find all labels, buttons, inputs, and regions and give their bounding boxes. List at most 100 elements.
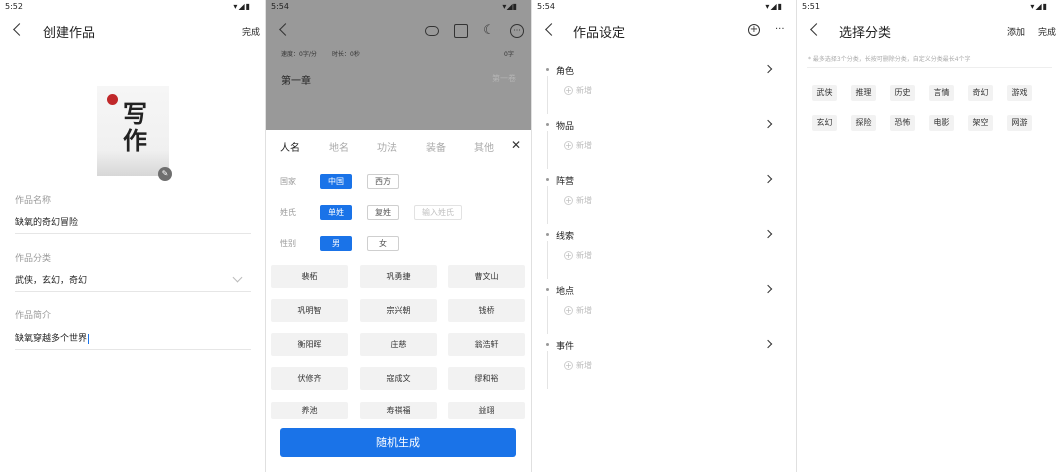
add-item-button[interactable]: + 新增 [564, 250, 592, 261]
bullet-dot [546, 343, 549, 346]
status-bar: 5:54 ▾◢▮ [532, 0, 797, 14]
name-item[interactable]: 益翊 [448, 402, 525, 419]
name-item[interactable]: 宗兴朝 [360, 299, 437, 322]
surname-input[interactable]: 输入姓氏 [414, 205, 462, 220]
single-surname-chip[interactable]: 单姓 [320, 205, 352, 220]
country-western-chip[interactable]: 西方 [367, 174, 399, 189]
chevron-right-icon[interactable] [763, 339, 773, 349]
plus-icon: + [564, 196, 573, 205]
category-chip[interactable]: 网游 [1007, 115, 1032, 131]
cloud-icon[interactable] [425, 26, 439, 36]
add-item-button[interactable]: + 新增 [564, 140, 592, 151]
category-chip[interactable]: 架空 [968, 115, 993, 131]
tab-place-name[interactable]: 地名 [329, 139, 349, 154]
section-title[interactable]: 角色 [556, 64, 574, 77]
section-title[interactable]: 物品 [556, 119, 574, 132]
category-chip[interactable]: 玄幻 [812, 115, 837, 131]
surname-label: 姓氏 [280, 208, 296, 217]
status-time: 5:54 [271, 2, 289, 11]
gender-female-chip[interactable]: 女 [367, 236, 399, 251]
category-chip[interactable]: 恐怖 [890, 115, 915, 131]
add-item-button[interactable]: + 新增 [564, 195, 592, 206]
top-bar: 创建作品 完成 [0, 14, 265, 48]
chevron-right-icon[interactable] [763, 174, 773, 184]
tab-person-name[interactable]: 人名 [280, 139, 300, 154]
back-arrow-icon[interactable] [276, 22, 292, 38]
chevron-down-icon[interactable] [232, 272, 243, 283]
name-item[interactable]: 寿祺福 [360, 402, 437, 419]
section-title[interactable]: 线索 [556, 229, 574, 242]
category-chip[interactable]: 探险 [851, 115, 876, 131]
field-label-intro: 作品简介 [15, 311, 52, 321]
timeline-line [547, 296, 548, 334]
section-title[interactable]: 地点 [556, 284, 574, 297]
name-item[interactable]: 翁浩轩 [448, 333, 525, 356]
section-title[interactable]: 事件 [556, 339, 574, 352]
category-chip[interactable]: 武侠 [812, 85, 837, 101]
country-china-chip[interactable]: 中国 [320, 174, 352, 189]
name-item[interactable]: 缪和裕 [448, 367, 525, 390]
name-item[interactable]: 裴柘 [271, 265, 348, 288]
back-arrow-icon[interactable] [807, 22, 823, 38]
category-chip[interactable]: 电影 [929, 115, 954, 131]
category-chip[interactable]: 历史 [890, 85, 915, 101]
edit-pencil-icon[interactable]: ✎ [158, 167, 172, 181]
work-intro-input[interactable]: 缺氧穿越多个世界 [15, 331, 90, 344]
add-circle-icon[interactable]: + [748, 24, 760, 36]
name-item[interactable]: 伏修齐 [271, 367, 348, 390]
divider [807, 67, 1052, 68]
document-icon[interactable] [454, 24, 468, 38]
done-button[interactable]: 完成 [1038, 25, 1056, 38]
chevron-right-icon[interactable] [763, 64, 773, 74]
bullet-dot [546, 68, 549, 71]
section-title[interactable]: 阵营 [556, 174, 574, 187]
add-label: 新增 [576, 361, 592, 370]
name-item[interactable]: 钱桥 [448, 299, 525, 322]
bullet-dot [546, 178, 549, 181]
name-item[interactable]: 衡阳晖 [271, 333, 348, 356]
work-name-input[interactable]: 缺氧的奇幻冒险 [15, 215, 78, 228]
tab-skill[interactable]: 功法 [377, 139, 397, 154]
select-category-screen: 5:51 ▾◢▮ 选择分类 添加 完成 * 最多选择3个分类，长按可删除分类，自… [797, 0, 1062, 472]
add-item-button[interactable]: + 新增 [564, 360, 592, 371]
status-bar: 5:52 ▾◢▮ [0, 0, 265, 14]
more-icon[interactable]: ··· [775, 24, 785, 35]
moon-icon[interactable]: ☾ [482, 24, 496, 38]
category-chip[interactable]: 言情 [929, 85, 954, 101]
chevron-right-icon[interactable] [763, 284, 773, 294]
name-item[interactable]: 庄慈 [360, 333, 437, 356]
chevron-right-icon[interactable] [763, 119, 773, 129]
chevron-right-icon[interactable] [763, 229, 773, 239]
tab-equipment[interactable]: 装备 [426, 139, 446, 154]
name-item[interactable]: 巩勇捷 [360, 265, 437, 288]
plus-icon: + [564, 306, 573, 315]
add-item-button[interactable]: + 新增 [564, 85, 592, 96]
tab-other[interactable]: 其他 [474, 139, 494, 154]
editor-dimmed-overlay[interactable]: 5:54 ▾◢▮ ☾ ··· 速度：0字/分 时长：0秒 0字 第一章 第一卷 [266, 0, 531, 130]
done-button[interactable]: 完成 [242, 25, 260, 38]
name-item[interactable]: 养池 [271, 402, 348, 419]
status-icons: ▾◢▮ [1030, 2, 1048, 11]
back-arrow-icon[interactable] [10, 22, 26, 38]
bullet-dot [546, 123, 549, 126]
name-generator-sheet: 人名 地名 功法 装备 其他 ✕ 国家 中国 西方 姓氏 单姓 复姓 输入姓氏 … [266, 130, 531, 472]
name-item[interactable]: 曹文山 [448, 265, 525, 288]
category-chip[interactable]: 游戏 [1007, 85, 1032, 101]
plus-icon: + [564, 141, 573, 150]
cover-image[interactable]: 写作 [97, 86, 169, 176]
add-button[interactable]: 添加 [1007, 25, 1025, 38]
close-icon[interactable]: ✕ [511, 138, 521, 152]
back-arrow-icon[interactable] [542, 22, 558, 38]
category-chip[interactable]: 推理 [851, 85, 876, 101]
compound-surname-chip[interactable]: 复姓 [367, 205, 399, 220]
name-item[interactable]: 寇成文 [360, 367, 437, 390]
typing-speed: 速度：0字/分 [281, 51, 317, 58]
gender-male-chip[interactable]: 男 [320, 236, 352, 251]
more-icon[interactable]: ··· [510, 24, 524, 38]
work-category-select[interactable]: 武侠，玄幻，奇幻 [15, 273, 87, 286]
category-chip[interactable]: 奇幻 [968, 85, 993, 101]
random-generate-button[interactable]: 随机生成 [280, 428, 516, 457]
name-item[interactable]: 巩明智 [271, 299, 348, 322]
add-item-button[interactable]: + 新增 [564, 305, 592, 316]
gender-label: 性别 [280, 239, 296, 248]
